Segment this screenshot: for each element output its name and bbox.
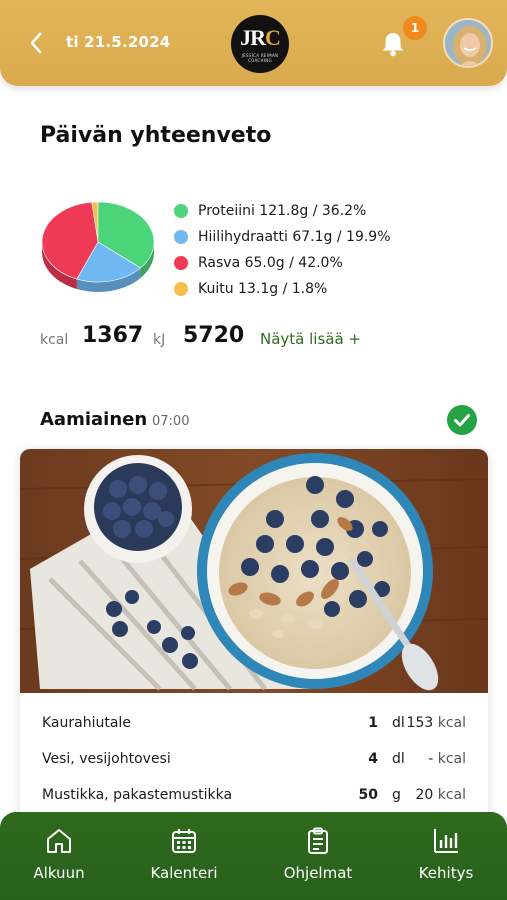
legend-color-dot xyxy=(174,204,188,218)
kcal-unit: kcal xyxy=(40,332,69,348)
clipboard-icon xyxy=(308,827,328,854)
show-more-link[interactable]: Näytä lisää + xyxy=(260,330,361,348)
ingredient-unit: g xyxy=(392,787,401,803)
logo-mark: JRC xyxy=(240,25,281,50)
ingredient-kcal-unit: kcal xyxy=(437,787,466,803)
nav-item-calendar[interactable]: Kalenteri xyxy=(129,812,239,900)
legend-label: Kuitu 13.1g / 1.8% xyxy=(198,281,328,297)
date-label[interactable]: ti 21.5.2024 xyxy=(66,33,170,51)
meal-time: 07:00 xyxy=(152,414,190,429)
legend-label: Proteiini 121.8g / 36.2% xyxy=(198,203,367,219)
macro-legend: Proteiini 121.8g / 36.2% Hiilihydraatti 6… xyxy=(174,198,391,302)
bar-chart-icon xyxy=(434,829,458,853)
avatar[interactable] xyxy=(443,18,493,68)
ingredient-unit: dl xyxy=(392,715,405,731)
notification-badge: 1 xyxy=(403,16,427,40)
ingredient-kcal-value: - xyxy=(428,751,434,767)
logo-subtitle: JESSICA REIMAN COACHING xyxy=(241,53,279,63)
ingredient-amount: 50 xyxy=(358,787,378,803)
meal-card[interactable]: Kaurahiutale 1 dl 153 kcal Vesi, vesijohtove… xyxy=(20,449,488,869)
bell-icon xyxy=(383,33,403,57)
nav-label: Kehitys xyxy=(418,864,474,882)
legend-item: Proteiini 121.8g / 36.2% xyxy=(174,198,391,224)
nav-item-progress[interactable]: Kehitys xyxy=(391,812,501,900)
checkmark-icon xyxy=(454,414,470,427)
nav-label: Kalenteri xyxy=(150,864,218,882)
back-button[interactable] xyxy=(26,30,48,56)
legend-item: Hiilihydraatti 67.1g / 19.9% xyxy=(174,224,391,250)
ingredient-kcal-unit: kcal xyxy=(437,715,466,731)
kj-unit: kJ xyxy=(153,332,166,348)
macro-pie-chart xyxy=(41,201,155,292)
ingredient-kcal-value: 20 xyxy=(415,787,434,803)
page-title: Päivän yhteenveto xyxy=(40,123,272,148)
meal-completed-toggle[interactable] xyxy=(447,405,477,435)
kcal-value: 1367 xyxy=(82,323,144,348)
nav-label: Alkuun xyxy=(33,864,85,882)
ingredient-kcal-unit: kcal xyxy=(437,751,466,767)
ingredient-name: Mustikka, pakastemustikka xyxy=(42,787,233,803)
ingredient-amount: 1 xyxy=(368,715,378,731)
calendar-icon xyxy=(172,829,196,853)
chevron-left-icon xyxy=(30,32,42,54)
legend-color-dot xyxy=(174,230,188,244)
home-icon xyxy=(47,829,71,853)
legend-item: Kuitu 13.1g / 1.8% xyxy=(174,276,391,302)
ingredient-row: Vesi, vesijohtovesi 4 dl - kcal xyxy=(20,741,488,777)
profile-photo xyxy=(445,20,491,66)
ingredient-name: Kaurahiutale xyxy=(42,715,131,731)
ingredient-kcal-value: 153 xyxy=(406,715,434,731)
nav-label: Ohjelmat xyxy=(283,864,353,882)
legend-item: Rasva 65.0g / 42.0% xyxy=(174,250,391,276)
bottom-navigation: Alkuun Kalenteri Ohjelmat Kehitys xyxy=(0,812,507,900)
nav-item-home[interactable]: Alkuun xyxy=(4,812,114,900)
energy-summary: kcal 1367 kJ 5720 Näytä lisää + xyxy=(40,322,480,356)
ingredient-kcal: 20 kcal xyxy=(415,787,466,803)
legend-label: Hiilihydraatti 67.1g / 19.9% xyxy=(198,229,391,245)
ingredient-amount: 4 xyxy=(368,751,378,767)
ingredient-kcal: 153 kcal xyxy=(407,715,466,731)
legend-color-dot xyxy=(174,256,188,270)
notifications-button[interactable] xyxy=(380,30,406,58)
meal-title: Aamiainen xyxy=(40,409,148,430)
ingredient-row: Mustikka, pakastemustikka 50 g 20 kcal xyxy=(20,777,488,813)
meal-photo xyxy=(20,449,488,693)
ingredient-unit: dl xyxy=(392,751,405,767)
ingredient-name: Vesi, vesijohtovesi xyxy=(42,751,171,767)
ingredient-kcal: - kcal xyxy=(428,751,466,767)
nav-item-programs[interactable]: Ohjelmat xyxy=(263,812,373,900)
brand-logo: JRC JESSICA REIMAN COACHING xyxy=(231,15,289,73)
kj-value: 5720 xyxy=(183,323,245,348)
legend-label: Rasva 65.0g / 42.0% xyxy=(198,255,343,271)
ingredient-row: Kaurahiutale 1 dl 153 kcal xyxy=(20,705,488,741)
legend-color-dot xyxy=(174,282,188,296)
app-header: ti 21.5.2024 JRC JESSICA REIMAN COACHING… xyxy=(0,0,507,86)
